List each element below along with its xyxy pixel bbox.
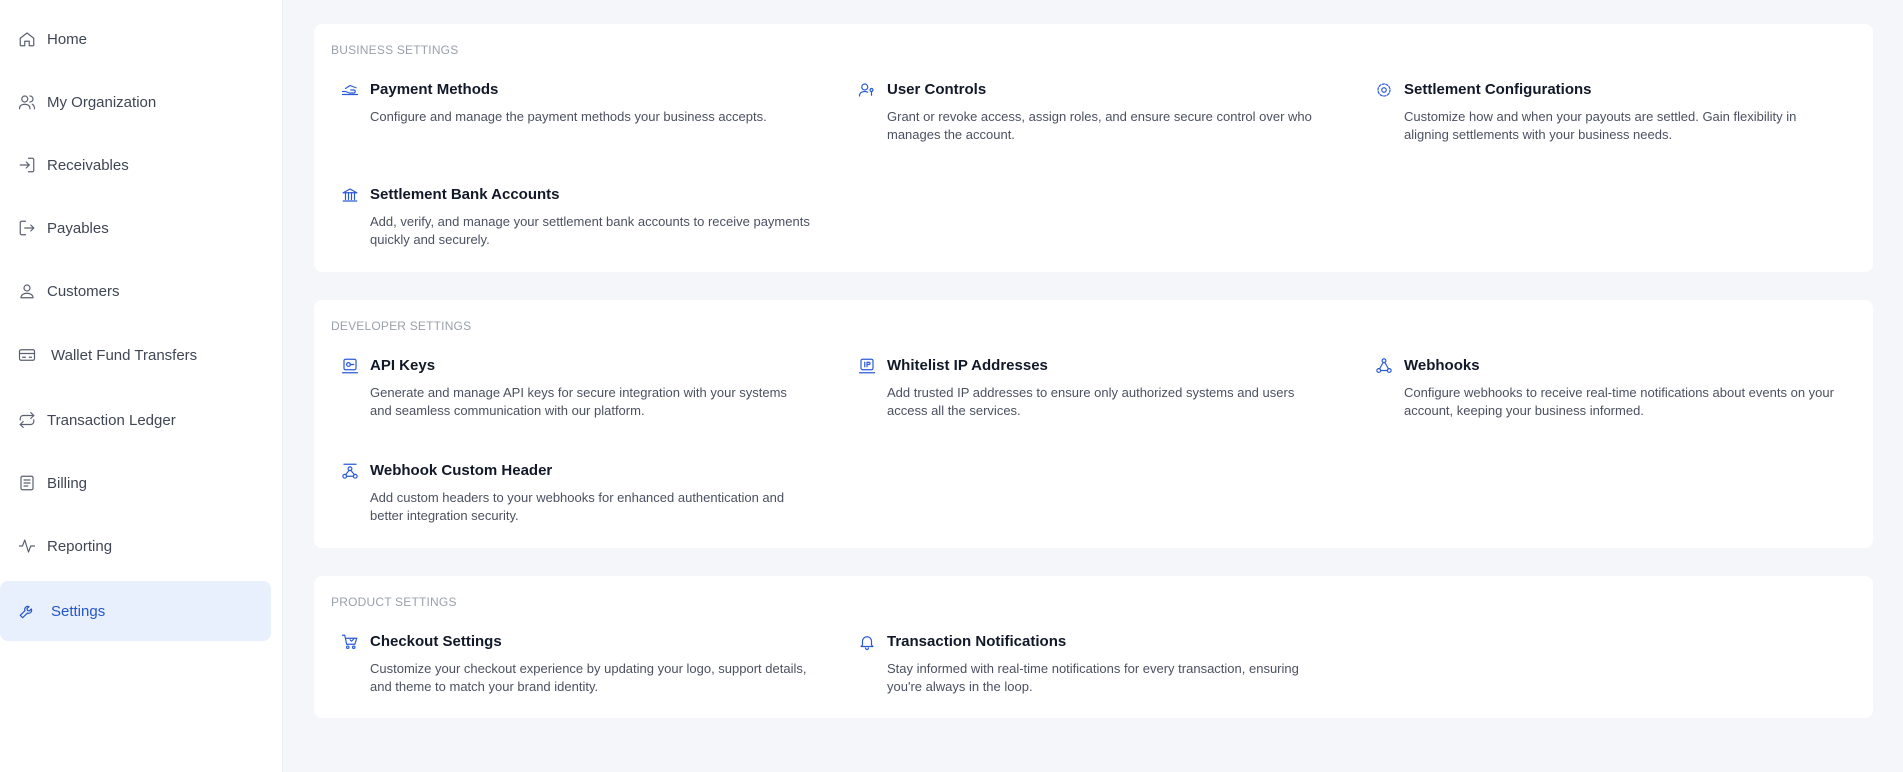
wrench-icon	[17, 601, 37, 621]
sidebar-item-my-organization[interactable]: My Organization	[0, 72, 271, 132]
activity-icon	[17, 536, 37, 556]
card-description: Add trusted IP addresses to ensure only …	[887, 385, 1295, 418]
card-title: Payment Methods	[370, 81, 499, 98]
business-settings-panel: BUSINESS SETTINGS Payment Methods Config…	[314, 24, 1873, 272]
section-title: DEVELOPER SETTINGS	[331, 319, 472, 333]
sidebar-item-transaction-ledger[interactable]: Transaction Ledger	[0, 390, 271, 450]
card-title: Whitelist IP Addresses	[887, 357, 1048, 374]
section-title: PRODUCT SETTINGS	[331, 595, 457, 609]
user-icon	[17, 281, 37, 301]
sidebar-item-label: Transaction Ledger	[47, 411, 176, 429]
section-title: BUSINESS SETTINGS	[331, 43, 459, 57]
sidebar-item-settings[interactable]: Settings	[0, 581, 271, 641]
card-description: Add, verify, and manage your settlement …	[370, 214, 810, 247]
sidebar-item-label: Reporting	[47, 537, 113, 555]
sidebar: Home My Organization Receivables Payable…	[0, 0, 283, 772]
wallet-transfer-icon	[17, 345, 37, 365]
settings-cog-icon	[1374, 80, 1394, 100]
developer-settings-panel: DEVELOPER SETTINGS API Keys Generate and…	[314, 300, 1873, 548]
sidebar-item-receivables[interactable]: Receivables	[0, 135, 271, 195]
card-title: Webhooks	[1404, 357, 1480, 374]
ip-address-icon	[857, 356, 877, 376]
payment-hand-icon	[340, 80, 360, 100]
users-icon	[17, 92, 37, 112]
bank-icon	[340, 185, 360, 205]
sidebar-item-billing[interactable]: Billing	[0, 453, 271, 513]
card-description: Configure and manage the payment methods…	[370, 109, 767, 124]
sidebar-item-label: Customers	[47, 282, 120, 300]
card-description: Configure webhooks to receive real-time …	[1404, 385, 1834, 418]
card-description: Stay informed with real-time notificatio…	[887, 661, 1299, 694]
card-title: Settlement Bank Accounts	[370, 186, 560, 203]
sidebar-item-label: Payables	[47, 219, 109, 237]
bell-icon	[857, 632, 877, 652]
card-title: Webhook Custom Header	[370, 462, 553, 479]
sidebar-item-label: Billing	[47, 474, 88, 492]
exchange-arrows-icon	[17, 410, 37, 430]
card-description: Add custom headers to your webhooks for …	[370, 490, 785, 523]
card-description: Generate and manage API keys for secure …	[370, 385, 787, 418]
card-title: Transaction Notifications	[887, 633, 1067, 650]
sidebar-item-label: Receivables	[47, 156, 129, 174]
sidebar-item-label: My Organization	[47, 93, 157, 111]
card-title: User Controls	[887, 81, 987, 98]
logout-arrow-icon	[17, 218, 37, 238]
sidebar-item-home[interactable]: Home	[0, 9, 271, 69]
card-title: Settlement Configurations	[1404, 81, 1592, 98]
user-key-icon	[857, 80, 877, 100]
receipt-icon	[17, 473, 37, 493]
login-arrow-icon	[17, 155, 37, 175]
cart-icon	[340, 632, 360, 652]
api-key-icon	[340, 356, 360, 376]
sidebar-item-wallet-fund-transfers[interactable]: Wallet Fund Transfers	[0, 325, 271, 385]
sidebar-item-label: Wallet Fund Transfers	[51, 346, 198, 364]
card-description: Customize your checkout experience by up…	[370, 661, 807, 694]
sidebar-item-payables[interactable]: Payables	[0, 198, 271, 258]
card-title: API Keys	[370, 357, 436, 374]
card-description: Grant or revoke access, assign roles, an…	[887, 109, 1312, 142]
sidebar-item-label: Settings	[51, 602, 106, 620]
card-title: Checkout Settings	[370, 633, 502, 650]
webhook-icon	[1374, 356, 1394, 376]
home-icon	[17, 29, 37, 49]
webhook-header-icon	[340, 461, 360, 481]
sidebar-item-label: Home	[47, 30, 88, 48]
card-description: Customize how and when your payouts are …	[1404, 109, 1797, 142]
sidebar-item-customers[interactable]: Customers	[0, 261, 271, 321]
sidebar-item-reporting[interactable]: Reporting	[0, 516, 271, 576]
product-settings-panel: PRODUCT SETTINGS Checkout Settings Custo…	[314, 576, 1873, 718]
